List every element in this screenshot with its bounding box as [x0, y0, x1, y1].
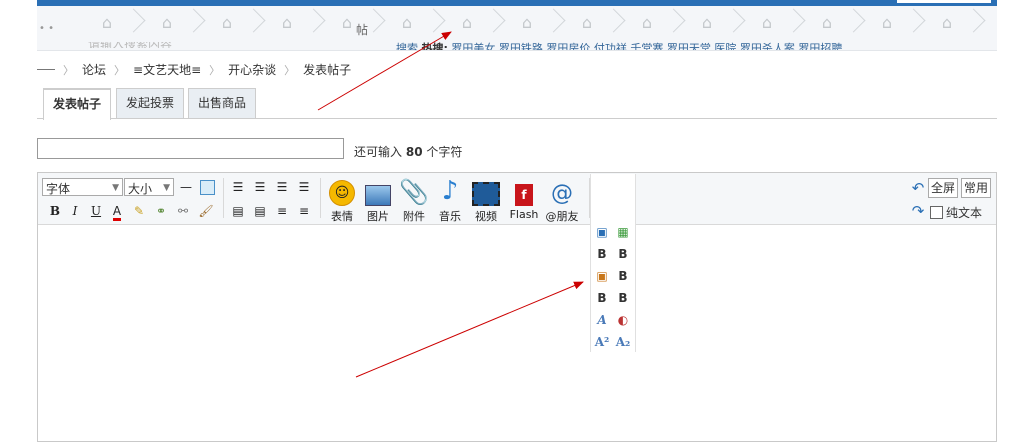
superscript-icon[interactable]: A²: [592, 332, 612, 352]
post-insert-icon[interactable]: ▣: [592, 222, 612, 242]
bold-icon[interactable]: B: [45, 201, 65, 221]
font-size-select[interactable]: 大小 ▼: [124, 178, 174, 196]
breadcrumb-current: 发表帖子: [303, 63, 352, 77]
clear-format-icon[interactable]: 🖌: [196, 201, 216, 221]
mention-button[interactable]: @ @朋友: [543, 176, 581, 224]
link-icon[interactable]: ⚭: [151, 201, 171, 221]
subject-remaining: 还可输入 80 个字符: [354, 145, 463, 159]
more-tools-dropdown: ▣ ▦ B B ▣ B B B A ◐ A² A₂: [590, 174, 636, 352]
dropdown-bold-icon[interactable]: B: [592, 244, 612, 264]
flash-button[interactable]: f Flash: [507, 176, 541, 221]
dropdown-bold-icon[interactable]: B: [592, 288, 612, 308]
post-type-tabs: 发表帖子 发起投票 出售商品: [37, 88, 997, 120]
hot-search-list: 搜索 热搜: 罗田美女 罗田铁路 罗田房价 付功祥 千堂寨 罗田天堂 医院 罗田…: [396, 42, 842, 50]
image-button[interactable]: 图片: [361, 176, 395, 224]
qq-icon[interactable]: ◐: [613, 310, 633, 330]
video-button[interactable]: 视频: [469, 176, 503, 224]
hot-search-item[interactable]: 千堂寨: [630, 42, 663, 50]
nav-home-link[interactable]: ⌂: [497, 8, 557, 42]
breadcrumb-home-link[interactable]: [37, 69, 55, 70]
strip-dots: • •: [39, 23, 54, 34]
plaintext-label: 纯文本: [946, 206, 983, 220]
tab-new-thread[interactable]: 发表帖子: [43, 88, 112, 120]
paperclip-icon: 📎: [399, 178, 429, 206]
table-insert-icon[interactable]: ▦: [613, 222, 633, 242]
format-brush-icon[interactable]: ✎: [129, 201, 149, 221]
nav-home-link[interactable]: ⌂: [377, 8, 437, 42]
unordered-list-icon[interactable]: ≡: [294, 201, 314, 221]
common-mode-button[interactable]: 常用: [961, 178, 992, 198]
dropdown-bold-icon[interactable]: B: [613, 244, 633, 264]
strip-tie-label: 帖: [356, 23, 369, 37]
background-color-icon[interactable]: [197, 177, 217, 197]
hot-search-item[interactable]: 罗田房价: [546, 42, 590, 50]
nav-home-link[interactable]: ⌂: [557, 8, 617, 42]
tab-trade[interactable]: 出售商品: [188, 88, 257, 118]
undo-icon[interactable]: ↶: [908, 178, 928, 198]
remaining-count: 80: [405, 145, 423, 159]
redo-icon[interactable]: ↷: [908, 201, 928, 221]
image-icon: [365, 185, 391, 206]
align-left-icon[interactable]: ☰: [228, 177, 248, 197]
float-left-icon[interactable]: ▤: [228, 201, 248, 221]
hot-search-item[interactable]: 罗田美女: [451, 42, 495, 50]
at-icon: @: [551, 181, 573, 206]
nav-home-link[interactable]: ⌂: [857, 8, 917, 42]
dropdown-bold-icon[interactable]: B: [613, 266, 633, 286]
float-right-icon[interactable]: ▤: [250, 201, 270, 221]
ordered-list-icon[interactable]: ≡: [272, 201, 292, 221]
hot-search-label: 热搜:: [421, 42, 448, 50]
tab-poll[interactable]: 发起投票: [116, 88, 185, 118]
breadcrumb-category[interactable]: ≡文艺天地≡: [133, 61, 201, 78]
italic-icon[interactable]: I: [65, 201, 85, 221]
font-style-icon[interactable]: A: [592, 310, 612, 330]
hot-search-item[interactable]: 医院: [714, 42, 736, 50]
breadcrumb-board[interactable]: 开心杂谈: [228, 61, 276, 78]
emoticon-button[interactable]: ☺ 表情: [325, 176, 359, 224]
film-icon: [472, 182, 500, 206]
font-family-select[interactable]: 字体 ▼: [42, 178, 123, 196]
header-search-placeholder[interactable]: 请输入搜索内容: [88, 42, 172, 48]
hot-search-item[interactable]: 罗田铁路: [499, 42, 543, 50]
breadcrumb: 〉 论坛 〉 ≡文艺天地≡ 〉 开心杂谈 〉 发表帖子: [37, 61, 351, 78]
plaintext-checkbox[interactable]: [930, 206, 943, 219]
music-button[interactable]: ♪ 音乐: [433, 176, 467, 224]
nav-home-link[interactable]: ⌂: [257, 8, 317, 42]
fullscreen-button[interactable]: 全屏: [928, 178, 959, 198]
smiley-icon: ☺: [329, 180, 355, 206]
horizontal-rule-icon[interactable]: —: [176, 177, 196, 197]
editor-toolbar: 字体 ▼ 大小 ▼ — B I U A ✎ ⚭ ⚯ 🖌 ☰ ☰ ☰ ☰ ▤ ▤ ≡ …: [38, 173, 996, 225]
breadcrumb-forum[interactable]: 论坛: [82, 61, 106, 78]
underline-icon[interactable]: U: [86, 201, 106, 221]
nav-home-link[interactable]: ⌂: [137, 8, 197, 42]
align-right-icon[interactable]: ☰: [272, 177, 292, 197]
subscript-icon[interactable]: A₂: [613, 332, 633, 352]
nav-home-link[interactable]: ⌂: [677, 8, 737, 42]
nav-home-link[interactable]: ⌂: [197, 8, 257, 42]
header-search-edge: [897, 0, 991, 3]
hot-search-item[interactable]: 罗田招聘: [798, 42, 842, 50]
nav-home-link[interactable]: ⌂: [797, 8, 857, 42]
nav-home-link[interactable]: ⌂: [617, 8, 677, 42]
message-textarea[interactable]: [38, 225, 996, 441]
unlink-icon[interactable]: ⚯: [173, 201, 193, 221]
nav-home-link[interactable]: ⌂: [77, 8, 137, 42]
hot-search-item[interactable]: 罗田天堂: [667, 42, 711, 50]
media-box-icon[interactable]: ▣: [592, 266, 612, 286]
flash-icon: f: [515, 184, 533, 206]
attachment-button[interactable]: 📎 附件: [397, 176, 431, 224]
nav-home-link[interactable]: ⌂: [437, 8, 497, 42]
hot-search-item[interactable]: 付功祥: [594, 42, 627, 50]
subject-input[interactable]: [37, 138, 344, 159]
dropdown-bold-icon[interactable]: B: [613, 288, 633, 308]
hot-search-item[interactable]: 罗田杀人案: [740, 42, 795, 50]
nav-home-link[interactable]: ⌂: [917, 8, 977, 42]
hot-search-item[interactable]: 搜索: [396, 42, 418, 50]
nav-home-link[interactable]: ⌂: [737, 8, 797, 42]
align-center-icon[interactable]: ☰: [250, 177, 270, 197]
music-note-icon: ♪: [441, 176, 459, 206]
font-color-icon[interactable]: A: [107, 201, 127, 221]
align-justify-icon[interactable]: ☰: [294, 177, 314, 197]
